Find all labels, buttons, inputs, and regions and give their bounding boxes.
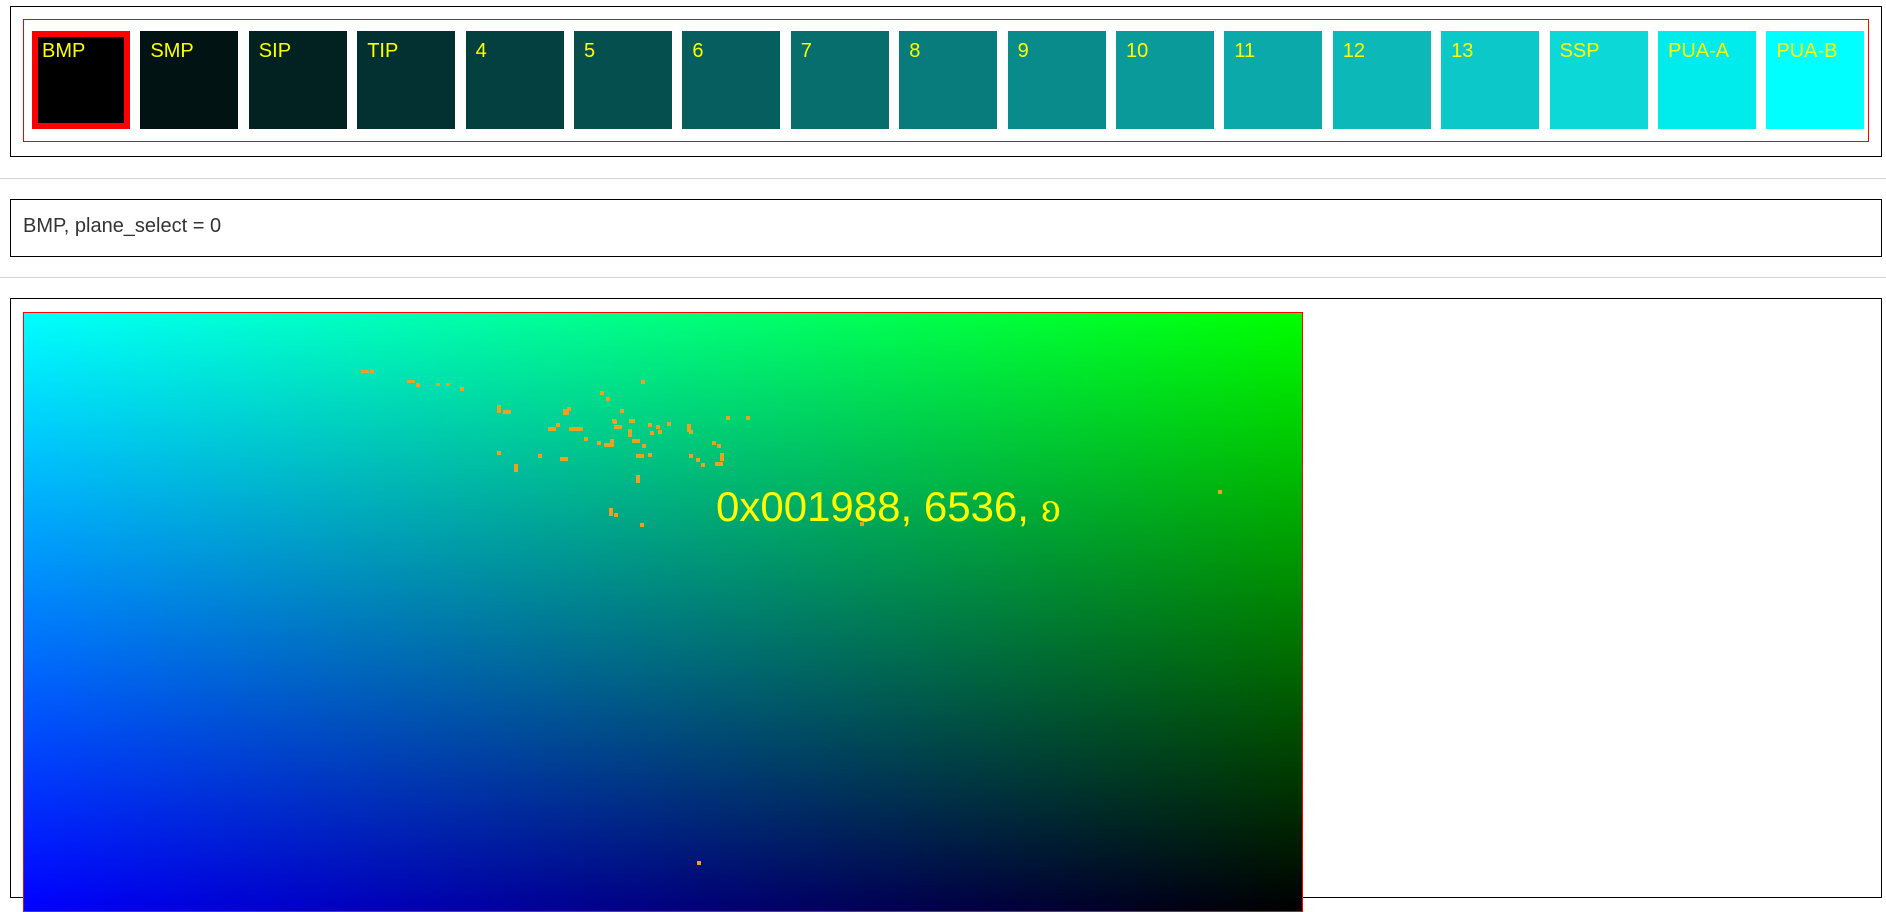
highlighted-codepoint	[497, 405, 501, 413]
plane-tile-9[interactable]: 9	[1007, 31, 1106, 129]
highlighted-codepoint	[658, 430, 662, 434]
highlighted-codepoint	[642, 444, 646, 448]
plane-tile-pua-b[interactable]: PUA-B	[1766, 31, 1865, 129]
plane-tile-13[interactable]: 13	[1441, 31, 1540, 129]
plane-tile-sip[interactable]: SIP	[248, 31, 347, 129]
highlighted-codepoint	[636, 475, 640, 483]
plane-tile-pua-a[interactable]: PUA-A	[1658, 31, 1756, 129]
plane-tile-label: 8	[909, 40, 921, 62]
highlighted-codepoint	[361, 370, 369, 373]
highlighted-codepoint	[614, 513, 618, 517]
plane-tile-8[interactable]: 8	[899, 31, 998, 129]
highlighted-codepoint	[648, 423, 652, 427]
highlighted-codepoint	[697, 861, 701, 865]
plane-tile-label: BMP	[42, 40, 86, 62]
highlighted-codepoint	[597, 441, 601, 445]
highlighted-codepoint	[746, 416, 750, 420]
highlighted-codepoint	[407, 380, 415, 383]
highlighted-codepoint	[689, 454, 693, 458]
highlighted-codepoint	[650, 431, 654, 435]
highlighted-codepoint	[436, 383, 440, 386]
highlighted-codepoint	[701, 463, 705, 467]
codepoint-map-panel: 0x001988, 6536, ᦈ	[10, 298, 1882, 912]
highlighted-codepoint	[726, 416, 730, 420]
highlighted-codepoint	[497, 451, 501, 455]
plane-tile-12[interactable]: 12	[1332, 31, 1431, 129]
highlighted-codepoint	[579, 427, 583, 431]
highlighted-codepoint	[503, 410, 511, 414]
highlighted-codepoint	[460, 387, 464, 391]
plane-selector-panel: BMP SMP SIP TIP 4 5 6 7 8 9 10 11 12 13 SSP PUA-A PUA-B	[10, 6, 1882, 157]
highlighted-codepoint	[514, 464, 518, 472]
plane-tile-label: 13	[1451, 40, 1474, 62]
plane-tile-label: 4	[475, 40, 487, 62]
plane-tile-label: SIP	[258, 40, 292, 62]
highlighted-codepoint	[656, 425, 660, 429]
plane-tile-strip: BMP SMP SIP TIP 4 5 6 7 8 9 10 11 12 13 SSP PUA-A PUA-B	[23, 19, 1869, 142]
highlighted-codepoint	[715, 462, 723, 466]
divider	[0, 178, 1886, 179]
highlighted-codepoint	[612, 419, 616, 423]
highlighted-codepoints	[361, 370, 1222, 865]
highlighted-codepoint	[641, 380, 645, 384]
codepoint-map-canvas[interactable]: 0x001988, 6536, ᦈ	[23, 312, 1303, 912]
highlighted-codepoint	[696, 458, 700, 462]
highlighted-codepoint	[717, 444, 721, 448]
highlighted-codepoint	[636, 454, 644, 458]
highlighted-codepoint	[628, 429, 632, 437]
highlighted-codepoint	[667, 422, 671, 426]
highlighted-codepoint	[370, 370, 374, 373]
status-panel: BMP, plane_select = 0	[10, 199, 1882, 257]
status-text: BMP, plane_select = 0	[23, 215, 222, 237]
highlighted-codepoint	[600, 391, 604, 395]
plane-tile-label: TIP	[367, 40, 399, 62]
highlighted-codepoint	[538, 454, 542, 458]
plane-tile-smp[interactable]: SMP	[140, 31, 239, 129]
highlighted-codepoint	[632, 439, 640, 443]
divider	[0, 277, 1886, 278]
highlighted-codepoint	[640, 523, 644, 527]
highlighted-codepoint	[609, 508, 613, 516]
highlighted-codepoint	[648, 453, 652, 457]
highlighted-codepoint	[712, 441, 716, 445]
highlighted-codepoint	[548, 427, 556, 431]
highlighted-codepoint	[606, 397, 610, 401]
highlighted-codepoint	[1218, 490, 1222, 494]
highlighted-codepoint	[560, 457, 568, 461]
hover-readout: 0x001988, 6536, ᦈ	[716, 483, 1062, 530]
highlighted-codepoint	[416, 383, 420, 387]
plane-tile-10[interactable]: 10	[1116, 31, 1214, 129]
highlighted-codepoint	[569, 427, 579, 431]
plane-tile-label: 6	[692, 40, 704, 62]
plane-tile-bmp[interactable]: BMP	[32, 31, 130, 129]
plane-tile-ssp[interactable]: SSP	[1549, 31, 1648, 129]
plane-tile-label: 10	[1126, 40, 1149, 62]
plane-tile-label: 11	[1234, 40, 1256, 62]
highlighted-codepoint	[610, 439, 614, 447]
highlighted-codepoint	[584, 437, 588, 441]
highlighted-codepoint	[620, 409, 624, 413]
plane-tile-label: SSP	[1559, 40, 1600, 62]
highlighted-codepoint	[689, 430, 693, 434]
plane-tile-label: 5	[584, 40, 596, 62]
highlighted-codepoint	[629, 419, 635, 423]
highlighted-codepoint	[614, 425, 622, 429]
plane-tile-label: PUA-B	[1776, 40, 1838, 62]
plane-tile-7[interactable]: 7	[790, 31, 889, 129]
plane-tile-label: 12	[1342, 40, 1366, 62]
plane-tile-label: SMP	[150, 40, 194, 62]
highlighted-codepoint	[720, 453, 724, 461]
plane-tile-5[interactable]: 5	[574, 31, 672, 129]
plane-tile-6[interactable]: 6	[682, 31, 781, 129]
plane-tile-11[interactable]: 11	[1224, 31, 1323, 129]
plane-tile-tip[interactable]: TIP	[357, 31, 456, 129]
highlighted-codepoint	[567, 407, 571, 411]
highlighted-codepoint	[556, 423, 560, 427]
highlighted-codepoint	[446, 383, 450, 386]
plane-tile-label: 9	[1017, 40, 1029, 62]
plane-tile-label: PUA-A	[1668, 40, 1730, 62]
plane-tile-4[interactable]: 4	[465, 31, 564, 129]
plane-tile-label: 7	[800, 40, 812, 62]
